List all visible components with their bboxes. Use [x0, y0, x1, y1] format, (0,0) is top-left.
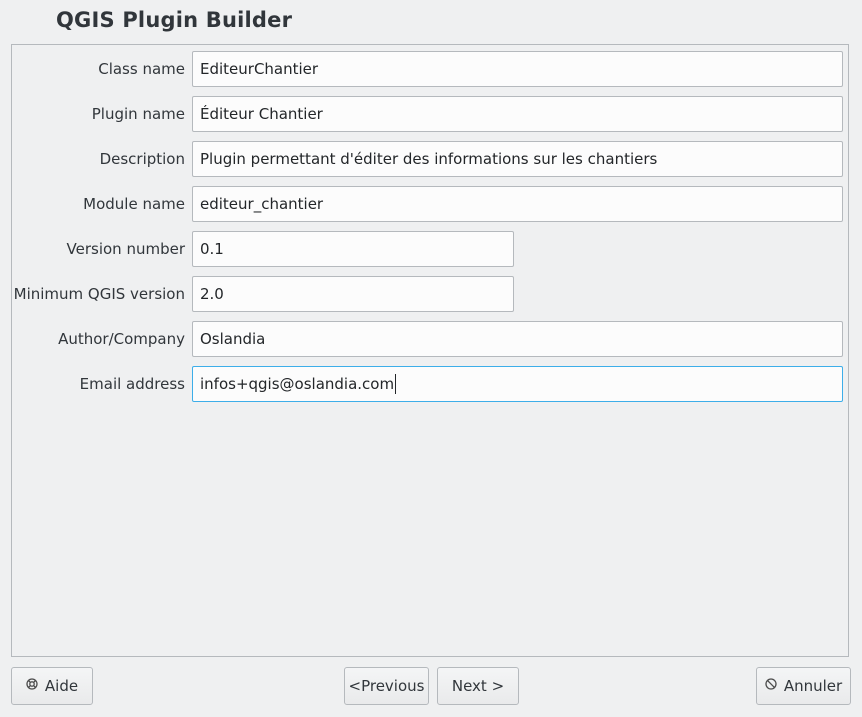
cancel-button-label: Annuler	[783, 677, 843, 695]
text-caret	[395, 373, 397, 394]
author-company-input[interactable]: Oslandia	[192, 321, 843, 357]
min-qgis-version-label: Minimum QGIS version	[13, 285, 185, 303]
author-company-label: Author/Company	[58, 330, 185, 348]
module-name-input[interactable]: editeur_chantier	[192, 186, 843, 222]
previous-button-label: <Previous	[348, 677, 425, 695]
form-row-min-qgis-version: Minimum QGIS version 2.0	[12, 276, 848, 312]
form-row-email-address: Email address infos+qgis@oslandia.com	[12, 366, 848, 402]
form-row-plugin-name: Plugin name Éditeur Chantier	[12, 96, 848, 132]
email-address-input[interactable]: infos+qgis@oslandia.com	[192, 366, 843, 402]
form-row-class-name: Class name EditeurChantier	[12, 51, 848, 87]
email-address-value: infos+qgis@oslandia.com	[200, 375, 395, 393]
cancel-icon	[765, 678, 777, 694]
help-button[interactable]: Aide	[11, 667, 93, 705]
form-row-version-number: Version number 0.1	[12, 231, 848, 267]
email-address-label: Email address	[79, 375, 185, 393]
form-row-author-company: Author/Company Oslandia	[12, 321, 848, 357]
lifebuoy-icon	[26, 678, 38, 694]
min-qgis-version-input[interactable]: 2.0	[192, 276, 514, 312]
class-name-label: Class name	[98, 60, 185, 78]
plugin-name-input[interactable]: Éditeur Chantier	[192, 96, 843, 132]
page-title: QGIS Plugin Builder	[56, 8, 293, 32]
class-name-input[interactable]: EditeurChantier	[192, 51, 843, 87]
form-panel: Class name EditeurChantier Plugin name É…	[11, 44, 849, 657]
help-button-label: Aide	[44, 677, 79, 695]
form-row-description: Description Plugin permettant d'éditer d…	[12, 141, 848, 177]
description-label: Description	[99, 150, 185, 168]
form-row-module-name: Module name editeur_chantier	[12, 186, 848, 222]
description-input[interactable]: Plugin permettant d'éditer des informati…	[192, 141, 843, 177]
cancel-button[interactable]: Annuler	[756, 667, 851, 705]
next-button-label: Next >	[451, 677, 505, 695]
plugin-builder-wizard: QGIS Plugin Builder Class name EditeurCh…	[0, 0, 862, 717]
version-number-label: Version number	[66, 240, 185, 258]
version-number-input[interactable]: 0.1	[192, 231, 514, 267]
next-button[interactable]: Next >	[437, 667, 519, 705]
previous-button[interactable]: <Previous	[344, 667, 429, 705]
plugin-name-label: Plugin name	[91, 105, 185, 123]
module-name-label: Module name	[83, 195, 185, 213]
